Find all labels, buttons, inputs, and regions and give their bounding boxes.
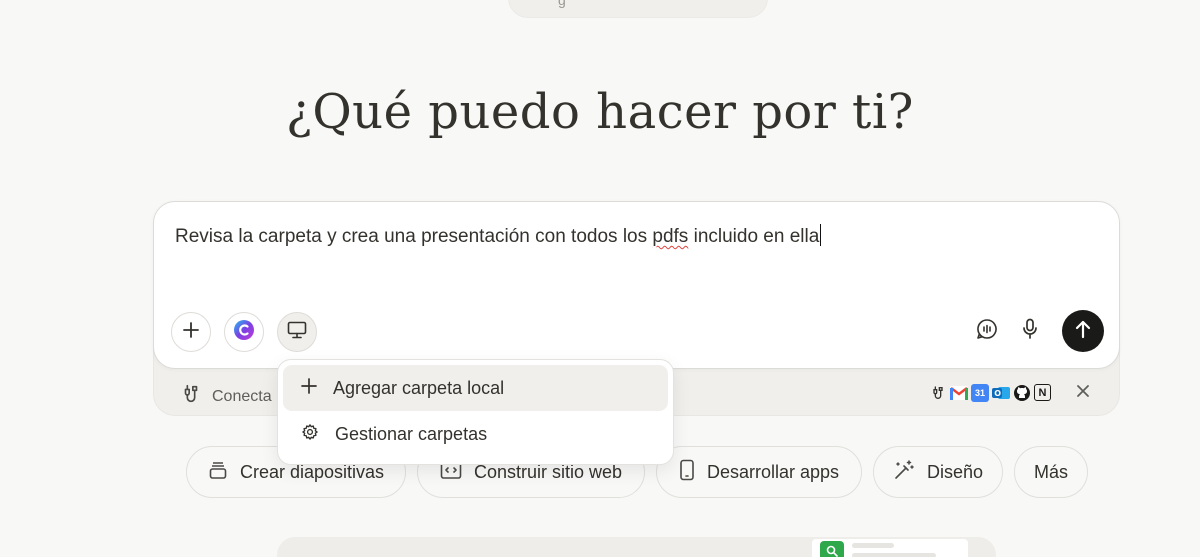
prompt-text-after: incluido en ella: [688, 226, 820, 247]
svg-text:O: O: [994, 389, 1001, 398]
plus-icon: [182, 321, 200, 344]
monitor-icon: [287, 321, 307, 344]
chip-diseno[interactable]: Diseño: [873, 446, 1003, 498]
prompt-composer[interactable]: Revisa la carpeta y crea una presentació…: [153, 201, 1120, 369]
page: g ¿Qué puedo hacer por ti? Conecta 31 O …: [0, 0, 1200, 557]
chip-label: Desarrollar apps: [706, 461, 840, 482]
chip-mas[interactable]: Más: [1014, 446, 1088, 498]
preview-line: [852, 553, 936, 557]
chip-label: Más: [1033, 461, 1068, 482]
voice-chat-icon: [976, 318, 998, 345]
menu-item-label: Gestionar carpetas: [335, 423, 488, 444]
menu-item-label: Agregar carpeta local: [333, 377, 505, 398]
gear-icon: [301, 423, 319, 446]
text-caret: [820, 224, 822, 246]
top-tab-pill-text: g: [558, 0, 566, 8]
stack-icon: [208, 460, 228, 485]
notion-icon: N: [1034, 384, 1051, 401]
plug-icon: [180, 383, 202, 410]
plug-icon: [929, 384, 947, 402]
page-title: ¿Qué puedo hacer por ti?: [286, 84, 914, 140]
send-button[interactable]: [1062, 310, 1104, 352]
computer-button[interactable]: [277, 312, 317, 352]
microphone-button[interactable]: [1012, 313, 1048, 349]
prompt-input[interactable]: Revisa la carpeta y crea una presentació…: [175, 224, 822, 248]
folder-dropdown-menu: Agregar carpeta local Gestionar carpetas: [277, 359, 674, 465]
add-attachment-button[interactable]: [171, 312, 211, 352]
connected-apps[interactable]: 31 O N: [929, 384, 1051, 402]
wand-icon: [893, 459, 915, 486]
chip-desarrollar-apps[interactable]: Desarrollar apps: [656, 446, 862, 498]
preview-search-badge: [820, 541, 844, 557]
prompt-misspelled-word: pdfs: [652, 226, 689, 247]
brand-c-icon: [233, 319, 255, 346]
github-icon: [1013, 384, 1031, 402]
gmail-icon: [950, 384, 968, 402]
connect-tools-button[interactable]: Conecta: [180, 383, 272, 410]
menu-item-agregar-carpeta-local[interactable]: Agregar carpeta local: [283, 365, 668, 411]
top-tab-pill[interactable]: [508, 0, 768, 18]
voice-chat-button[interactable]: [969, 313, 1005, 349]
brand-app-button[interactable]: [224, 312, 264, 352]
arrow-up-icon: [1074, 319, 1092, 344]
plus-icon: [301, 377, 317, 399]
close-connect-button[interactable]: [1072, 382, 1094, 404]
outlook-icon: O: [992, 384, 1010, 402]
chip-label: Diseño: [926, 461, 984, 482]
connect-label: Conecta: [212, 387, 272, 405]
calendar-icon: 31: [971, 384, 989, 402]
search-icon: [826, 544, 838, 557]
phone-icon: [679, 459, 695, 486]
menu-item-gestionar-carpetas[interactable]: Gestionar carpetas: [283, 411, 668, 457]
preview-line: [852, 543, 894, 548]
prompt-text-before: Revisa la carpeta y crea una presentació…: [175, 226, 653, 247]
microphone-icon: [1021, 318, 1039, 345]
close-icon: [1076, 384, 1090, 403]
